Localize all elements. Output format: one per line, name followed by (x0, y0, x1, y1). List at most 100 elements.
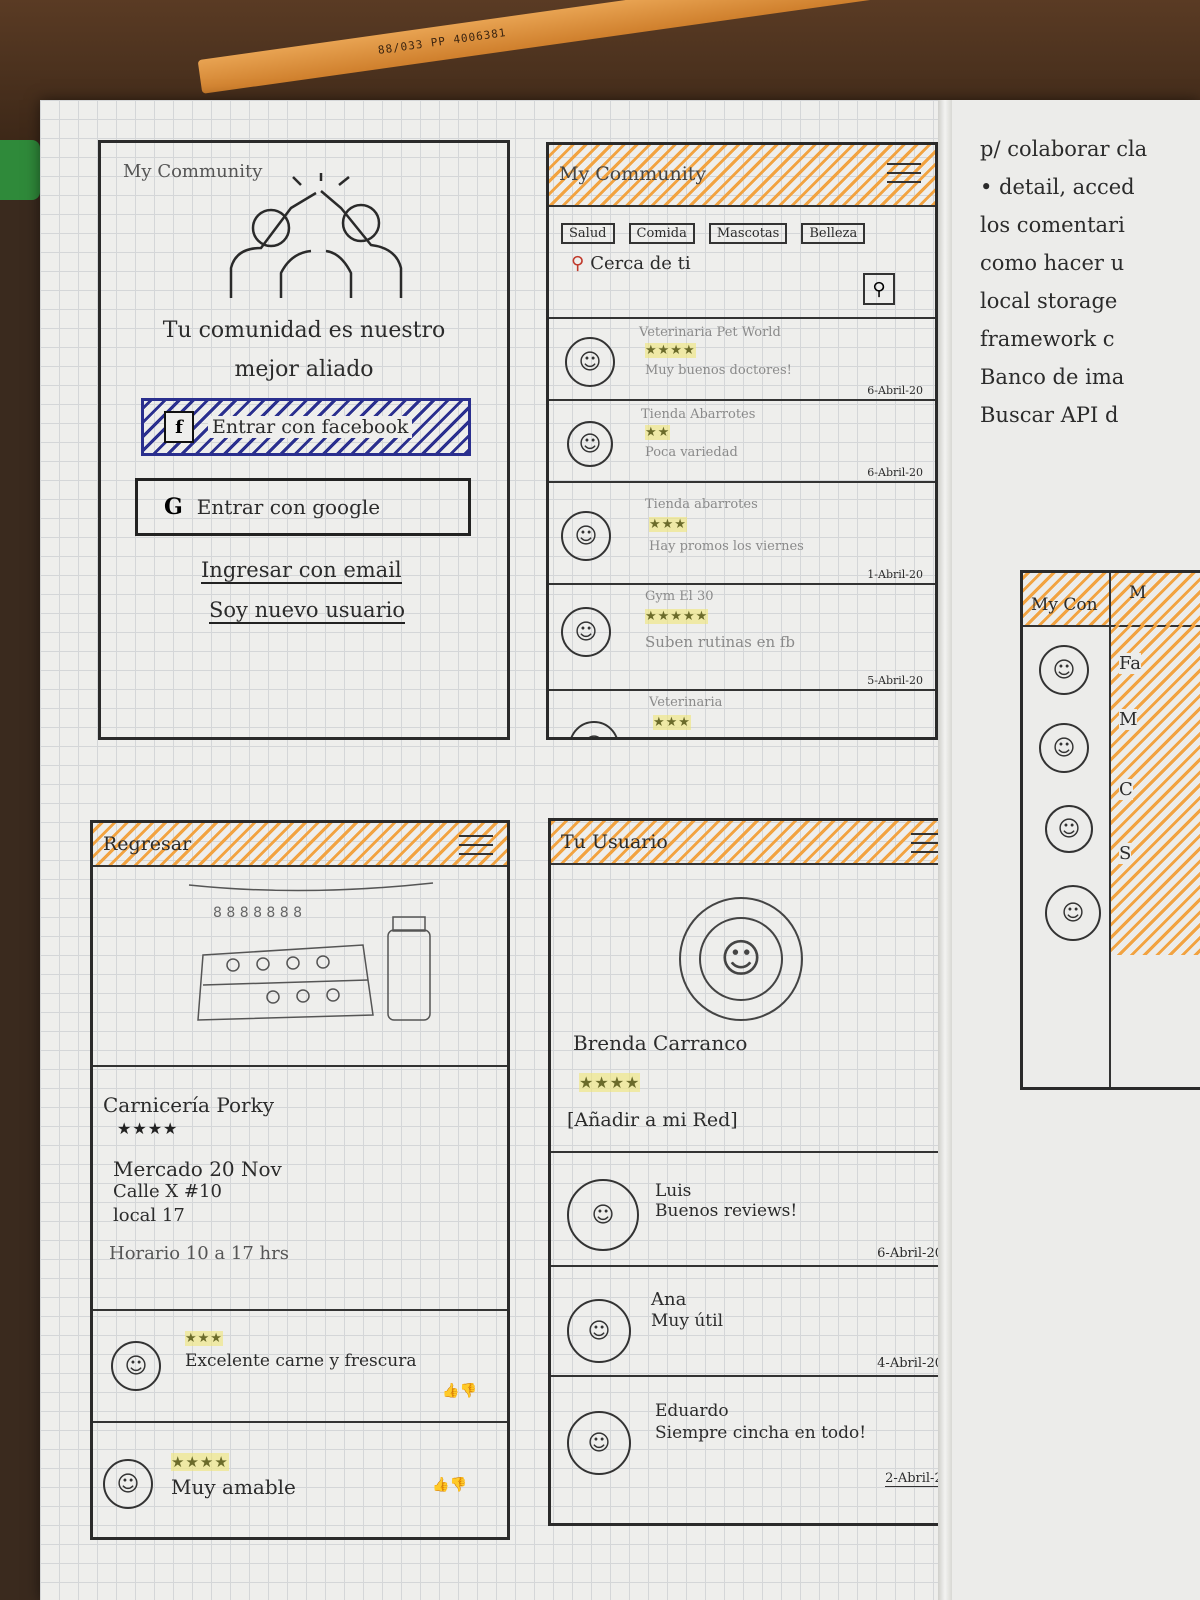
avatar (1039, 645, 1089, 695)
partial-letter: Fa (1119, 653, 1141, 674)
contact-item[interactable]: Eduardo Siempre cincha en todo! 2-Abril-… (551, 1377, 959, 1517)
feed-item[interactable]: Gym El 30 ★★★★★ Suben rutinas en fb 5-Ab… (549, 585, 935, 691)
profile-stars: ★★★★ (579, 1073, 641, 1092)
avatar (567, 421, 613, 467)
avatar (569, 721, 619, 737)
avatar (1045, 885, 1101, 941)
profile-avatar: ☺ (679, 897, 803, 1021)
hamburger-menu-icon[interactable] (459, 835, 493, 859)
feed-header: My Community (549, 145, 935, 207)
avatar (565, 337, 615, 387)
feed-item[interactable]: Veterinaria Pet World ★★★★ Muy buenos do… (549, 319, 935, 401)
profile-name: Brenda Carranco (573, 1031, 748, 1055)
category-tabs: Salud Comida Mascotas Belleza (561, 223, 866, 244)
profile-screen: Tu Usuario ☺ Brenda Carranco ★★★★ [Añadi… (548, 818, 962, 1526)
feed-list: Veterinaria Pet World ★★★★ Muy buenos do… (549, 319, 935, 737)
right-page: p/ colaborar cla • detail, acced los com… (952, 100, 1200, 1600)
avatar (111, 1341, 161, 1391)
review-item: ★★★ Excelente carne y frescura 👍👎 (93, 1311, 507, 1423)
contact-date: 6-Abril-20 (877, 1246, 943, 1261)
butcher-shop-illustration: 8 8 8 8 8 8 8 (188, 882, 434, 1021)
detail-screen: Regresar 8 8 8 8 8 8 8 Carnicería Porky … (90, 820, 510, 1540)
feed-item-title: Tienda Abarrotes (641, 407, 756, 422)
category-tab[interactable]: Belleza (801, 223, 866, 244)
contact-text: Siempre cincha en todo! (655, 1423, 867, 1443)
category-tab[interactable]: Salud (561, 223, 615, 244)
category-tab[interactable]: Mascotas (708, 223, 788, 244)
hamburger-menu-icon[interactable] (887, 163, 921, 187)
partial-letter: S (1119, 843, 1132, 864)
review-stars: ★★★ (185, 1331, 223, 1346)
feed-item[interactable]: Tienda Abarrotes ★★ Poca variedad 6-Abri… (549, 401, 935, 483)
note-line: p/ colaborar cla (980, 137, 1148, 161)
feed-item[interactable]: Tienda abarrotes ★★★ Hay promos los vier… (549, 483, 935, 585)
avatar (561, 511, 611, 561)
back-button[interactable]: Regresar (103, 833, 191, 855)
note-line: los comentari (980, 213, 1125, 237)
feed-item-title: Veterinaria Pet World (639, 325, 781, 340)
review-vote-buttons[interactable]: 👍👎 (432, 1477, 467, 1493)
add-to-network-button[interactable]: [Añadir a mi Red] (567, 1109, 738, 1131)
feed-item[interactable]: Veterinaria ★★★ (549, 691, 935, 737)
facebook-icon: f (164, 411, 194, 443)
facebook-login-button[interactable]: f Entrar con facebook (141, 398, 471, 456)
feed-item-date: 5-Abril-20 (867, 674, 923, 687)
partial-title-2: M (1129, 583, 1147, 603)
feed-item-comment: Hay promos los viernes (649, 539, 804, 554)
review-stars: ★★★★ (171, 1453, 229, 1471)
google-login-label: Entrar con google (196, 495, 381, 519)
avatar (1045, 805, 1093, 853)
tagline-line-2: mejor aliado (234, 357, 374, 382)
handwritten-notes: p/ colaborar cla • detail, acced los com… (980, 130, 1200, 434)
feed-item-comment: Suben rutinas en fb (645, 633, 796, 651)
login-screen: My Community Tu comunidad es nuestro mej… (98, 140, 510, 740)
feed-item-date: 6-Abril-20 (867, 466, 923, 479)
business-name: Carnicería Porky (103, 1093, 275, 1117)
google-icon: G (164, 494, 183, 520)
contact-name: Luis (655, 1181, 692, 1201)
contact-item[interactable]: Ana Muy útil 4-Abril-20 (551, 1267, 959, 1377)
detail-header: Regresar (93, 823, 507, 867)
search-icon[interactable]: ⚲ (863, 273, 895, 305)
location-label: Cerca de ti (590, 253, 691, 274)
new-user-link[interactable]: Soy nuevo usuario (209, 598, 405, 624)
note-line: Buscar API d (980, 403, 1119, 427)
feed-item-date: 6-Abril-20 (867, 384, 923, 397)
email-login-link[interactable]: Ingresar con email (201, 558, 402, 584)
note-line: • detail, acced (980, 175, 1135, 199)
review-vote-buttons[interactable]: 👍👎 (442, 1383, 477, 1399)
high-five-illustration (229, 173, 403, 298)
note-line: local storage (980, 289, 1118, 313)
contact-item[interactable]: Luis Buenos reviews! 6-Abril-20 (551, 1153, 959, 1267)
contact-name: Eduardo (655, 1401, 729, 1421)
note-line: como hacer u (980, 251, 1125, 275)
partial-screen-sketch: My Con M Fa M C S (1020, 570, 1200, 1090)
location-filter[interactable]: ⚲ Cerca de ti (571, 253, 691, 274)
feed-item-title: Veterinaria (649, 695, 723, 710)
address-line-2: Calle X #10 (113, 1181, 222, 1202)
avatar (567, 1299, 631, 1363)
svg-text:8 8 8 8 8 8 8: 8 8 8 8 8 8 8 (213, 905, 302, 921)
notebook-spine (938, 100, 952, 1600)
note-line: Banco de ima (980, 365, 1125, 389)
google-login-button[interactable]: G Entrar con google (135, 478, 471, 536)
feed-item-stars: ★★★ (649, 517, 687, 532)
feed-item-stars: ★★ (645, 425, 671, 440)
avatar (1039, 723, 1089, 773)
contact-name: Ana (651, 1289, 687, 1310)
contact-date: 4-Abril-20 (877, 1356, 943, 1371)
facebook-login-label: Entrar con facebook (208, 416, 413, 438)
feed-item-stars: ★★★ (653, 715, 691, 730)
business-hours: Horario 10 a 17 hrs (109, 1243, 289, 1264)
category-tab[interactable]: Comida (628, 223, 695, 244)
avatar (567, 1179, 639, 1251)
feed-item-stars: ★★★★ (645, 343, 696, 358)
green-marker (0, 140, 40, 200)
review-item: ★★★★ Muy amable 👍👎 (93, 1423, 507, 1533)
partial-header: My Con M (1023, 573, 1200, 627)
profile-header: Tu Usuario (551, 821, 959, 865)
feed-item-comment: Poca variedad (645, 445, 738, 460)
avatar (103, 1459, 153, 1509)
notebook: My Community Tu comunidad es nuestro mej… (40, 100, 1200, 1600)
divider (93, 1065, 507, 1067)
